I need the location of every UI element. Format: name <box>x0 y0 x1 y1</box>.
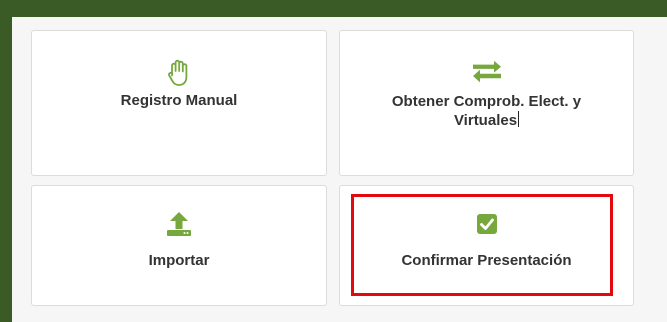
checkbox-checked-icon <box>471 208 503 240</box>
registro-manual-label: Registro Manual <box>120 92 238 109</box>
registro-manual-card[interactable]: Registro Manual <box>31 30 327 176</box>
hand-icon <box>163 57 195 89</box>
obtener-comprobantes-label-line2: Virtuales <box>453 112 518 129</box>
importar-label: Importar <box>148 252 210 269</box>
options-panel: Registro Manual Obtener Comprob. Elect. … <box>12 17 667 322</box>
obtener-comprobantes-card[interactable]: Obtener Comprob. Elect. y Virtuales <box>339 30 634 176</box>
exchange-arrows-icon <box>471 57 503 89</box>
importar-card[interactable]: Importar <box>31 185 327 306</box>
obtener-comprobantes-label-line1: Obtener Comprob. Elect. y <box>391 93 582 110</box>
upload-icon <box>163 208 195 240</box>
confirmar-presentacion-card[interactable]: Confirmar Presentación <box>339 185 634 306</box>
confirmar-presentacion-label: Confirmar Presentación <box>401 252 572 269</box>
obtener-comprobantes-label: Obtener Comprob. Elect. y Virtuales <box>362 92 612 130</box>
text-caret <box>518 111 520 127</box>
